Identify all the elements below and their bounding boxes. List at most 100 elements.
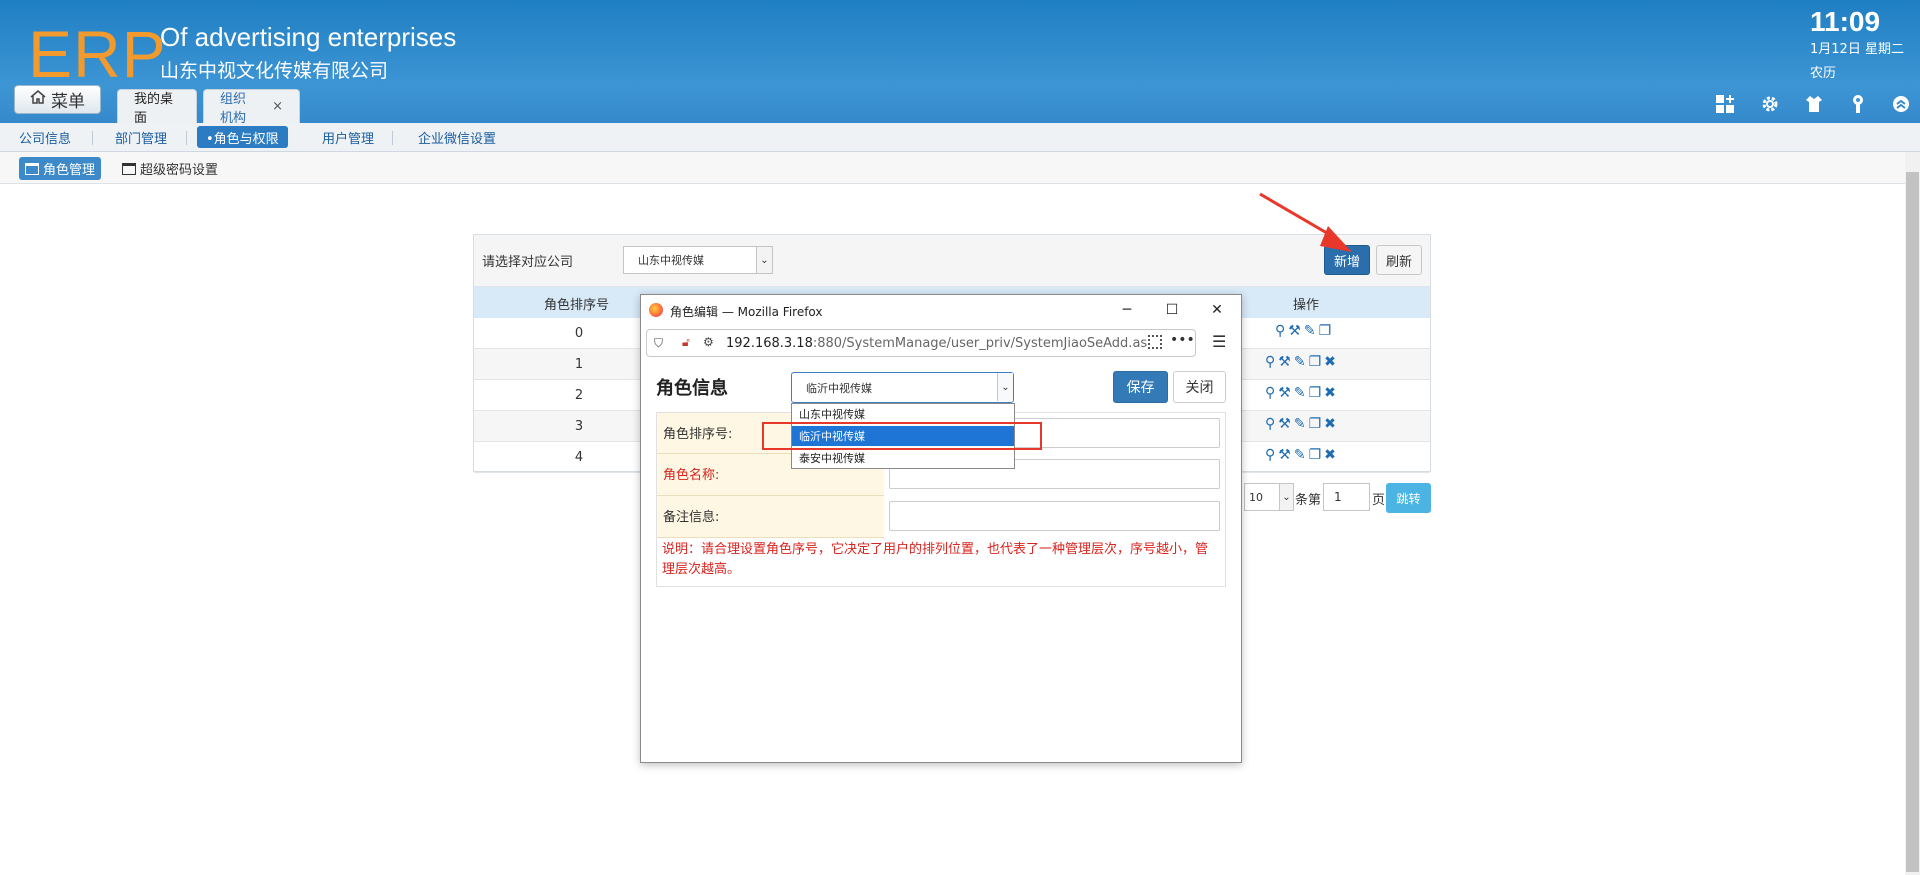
wrench-icon[interactable]: ⚒ — [1278, 354, 1291, 370]
delete-icon[interactable]: ✖ — [1324, 354, 1336, 370]
search-icon[interactable]: ⚲ — [1265, 416, 1275, 432]
edit-icon[interactable]: ✎ — [1294, 416, 1306, 432]
company-select[interactable]: 山东中视传媒 ⌄ — [623, 246, 773, 274]
shield-icon[interactable]: ⛉ — [654, 336, 663, 351]
subnav-divider — [92, 131, 93, 145]
subnav-users[interactable]: 用户管理 — [317, 126, 379, 148]
insecure-lock-icon[interactable]: 🔓︎ — [682, 335, 690, 350]
wrench-icon[interactable]: ⚒ — [1278, 447, 1291, 463]
url-text: 192.168.3.18:880/SystemManage/user_priv/… — [726, 336, 1147, 351]
column-header-sort: 角色排序号 — [544, 298, 610, 313]
refresh-button[interactable]: 刷新 — [1376, 245, 1422, 275]
more-icon[interactable]: ••• — [1170, 332, 1195, 348]
form-note: 说明：请合理设置角色序号，它决定了用户的排列位置，也代表了一种管理层次，序号越小… — [662, 542, 1209, 577]
firefox-icon — [649, 303, 663, 317]
annotation-arrow — [1259, 192, 1352, 252]
subnav-divider — [392, 131, 393, 145]
add-widget-icon[interactable] — [1713, 92, 1737, 116]
window-title: 角色编辑 — Mozilla Firefox — [670, 305, 823, 319]
save-button[interactable]: 保存 — [1113, 371, 1168, 403]
menu-button[interactable]: 菜单 — [14, 85, 101, 114]
dropdown-option[interactable]: 山东中视传媒 — [792, 404, 1014, 424]
edit-icon[interactable]: ✎ — [1304, 323, 1316, 339]
role-company-value: 临沂中视传媒 — [806, 381, 872, 395]
search-icon[interactable]: ⚲ — [1275, 323, 1285, 339]
wrench-icon[interactable]: ⚒ — [1278, 385, 1291, 401]
page-size-select[interactable]: 10 ⌄ — [1244, 483, 1294, 511]
role-company-select[interactable]: 临沂中视传媒 ⌄ — [791, 372, 1014, 403]
delete-icon[interactable]: ✖ — [1324, 385, 1336, 401]
app-logo: ERP — [28, 17, 167, 91]
row-actions: ⚲ ⚒ ✎ ❐ — [1275, 323, 1331, 339]
maximize-icon[interactable]: ☐ — [1161, 300, 1183, 320]
field-label-remark: 备注信息: — [657, 496, 884, 538]
super-password-tab[interactable]: 超级密码设置 — [116, 157, 224, 180]
sub-navigation — [0, 123, 1920, 152]
search-icon[interactable]: ⚲ — [1265, 447, 1275, 463]
edit-icon[interactable]: ✎ — [1294, 354, 1306, 370]
super-password-label: 超级密码设置 — [140, 163, 219, 178]
subnav-divider — [186, 131, 187, 145]
key-icon[interactable] — [1846, 92, 1870, 116]
close-icon[interactable]: ✕ — [1206, 300, 1228, 320]
lunar-date: 农历 — [1810, 66, 1837, 81]
company-select-value: 山东中视传媒 — [638, 254, 704, 267]
company-select-label: 请选择对应公司 — [482, 255, 574, 270]
page-size-value: 10 — [1249, 490, 1263, 504]
role-management-label: 角色管理 — [43, 163, 96, 178]
url-path: :880/SystemManage/user_priv/SystemJiaoSe… — [812, 336, 1148, 351]
window-icon — [122, 162, 136, 175]
clock-date: 1月12日 星期二 — [1810, 42, 1904, 57]
collapse-icon[interactable] — [1889, 92, 1913, 116]
copy-icon[interactable]: ❐ — [1319, 323, 1332, 339]
column-header-ops: 操作 — [1293, 298, 1320, 313]
subnav-company-info[interactable]: 公司信息 — [14, 126, 76, 148]
chevron-down-icon: ⌄ — [997, 373, 1013, 401]
close-button[interactable]: 关闭 — [1173, 371, 1226, 403]
copy-icon[interactable]: ❐ — [1309, 385, 1322, 401]
hamburger-menu-icon[interactable]: ☰ — [1212, 332, 1226, 351]
edit-icon[interactable]: ✎ — [1294, 385, 1306, 401]
qr-code-icon[interactable] — [1148, 335, 1162, 349]
page-toolbar — [0, 152, 1905, 184]
close-tab-icon[interactable]: × — [272, 99, 283, 114]
search-icon[interactable]: ⚲ — [1265, 354, 1275, 370]
tab-label: 组织机构 — [220, 91, 247, 126]
company-name: 山东中视文化传媒有限公司 — [160, 60, 389, 82]
subnav-wechat-settings[interactable]: 企业微信设置 — [413, 126, 501, 148]
pager-text: 页 — [1372, 493, 1386, 508]
delete-icon[interactable]: ✖ — [1324, 416, 1336, 432]
minimize-icon[interactable]: ─ — [1116, 300, 1138, 320]
clock-time: 11:09 — [1810, 6, 1881, 37]
gear-icon[interactable] — [1758, 92, 1782, 116]
wrench-icon[interactable]: ⚒ — [1278, 416, 1291, 432]
pager-text: 条第 — [1295, 493, 1322, 508]
edit-icon[interactable]: ✎ — [1294, 447, 1306, 463]
tab-label: 我的桌面 — [134, 91, 174, 126]
delete-icon[interactable]: ✖ — [1324, 447, 1336, 463]
page-number-input[interactable]: 1 — [1323, 483, 1370, 511]
window-icon — [25, 162, 39, 175]
subnav-roles-permissions[interactable]: •角色与权限 — [197, 126, 288, 148]
copy-icon[interactable]: ❐ — [1309, 447, 1322, 463]
jump-button[interactable]: 跳转 — [1386, 483, 1431, 513]
url-host: 192.168.3.18 — [726, 336, 813, 351]
role-management-tab[interactable]: 角色管理 — [19, 157, 102, 180]
copy-icon[interactable]: ❐ — [1309, 416, 1322, 432]
tab-organization[interactable]: 组织机构 × — [203, 89, 300, 126]
permissions-icon[interactable]: ⚙ — [703, 335, 714, 349]
scrollbar-thumb[interactable] — [1906, 172, 1919, 872]
shirt-icon[interactable] — [1802, 92, 1826, 116]
row-actions: ⚲ ⚒ ✎ ❐ ✖ — [1265, 385, 1336, 401]
dropdown-option[interactable]: 泰安中视传媒 — [792, 448, 1014, 468]
tab-my-desktop[interactable]: 我的桌面 — [117, 89, 197, 126]
copy-icon[interactable]: ❐ — [1309, 354, 1322, 370]
subnav-department[interactable]: 部门管理 — [110, 126, 172, 148]
row-actions: ⚲ ⚒ ✎ ❐ ✖ — [1265, 416, 1336, 432]
wrench-icon[interactable]: ⚒ — [1288, 323, 1301, 339]
role-info-heading: 角色信息 — [656, 378, 728, 399]
search-icon[interactable]: ⚲ — [1265, 385, 1275, 401]
annotation-highlight-box — [762, 422, 1042, 450]
app-tagline: Of advertising enterprises — [160, 22, 457, 52]
remark-input[interactable] — [889, 501, 1220, 531]
